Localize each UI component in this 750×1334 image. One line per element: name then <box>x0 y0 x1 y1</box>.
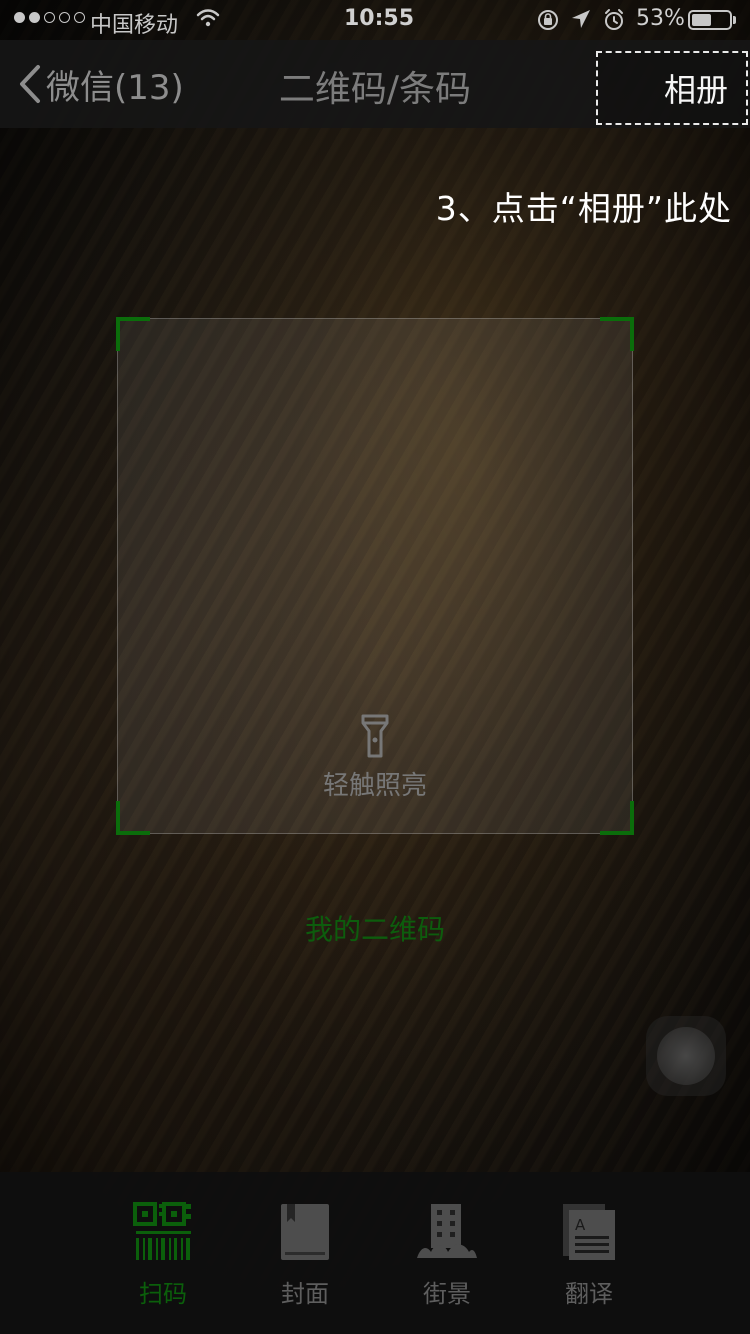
signal-dot <box>44 12 55 23</box>
scan-corner-bottom-right <box>600 801 634 835</box>
tab-bar: 扫码 封面 街景 A 翻译 <box>0 1172 750 1334</box>
alarm-icon <box>605 9 623 30</box>
wifi-icon <box>196 9 220 27</box>
status-time: 10:55 <box>344 6 415 31</box>
signal-dot <box>14 12 25 23</box>
street-view-icon <box>417 1204 477 1258</box>
battery-percent: 53% <box>636 6 685 31</box>
location-icon <box>572 10 590 28</box>
svg-text:A: A <box>575 1216 586 1234</box>
tab-label: 封面 <box>281 1280 329 1308</box>
translate-icon: A <box>563 1204 615 1260</box>
battery-level <box>692 14 711 26</box>
torch-label: 轻触照亮 <box>322 771 427 801</box>
status-bar: 中国移动 10:55 53% <box>0 0 750 40</box>
scan-corner-top-left <box>116 317 150 351</box>
instruction-text: 3、点击“相册”此处 <box>435 189 732 228</box>
tab-label: 街景 <box>423 1280 471 1308</box>
tab-label: 扫码 <box>139 1280 187 1308</box>
scan-corner-bottom-left <box>116 801 150 835</box>
tab-cover[interactable]: 封面 <box>249 1202 361 1312</box>
scan-frame: 轻触照亮 <box>116 317 634 835</box>
navigation-bar: 微信(13) 二维码/条码 相册 <box>0 40 750 128</box>
signal-dot <box>74 12 85 23</box>
orientation-lock-icon <box>538 10 558 30</box>
back-button-label: 微信(13) <box>46 67 184 108</box>
book-cover-icon <box>281 1204 329 1260</box>
album-button-label: 相册 <box>663 71 728 109</box>
carrier-name: 中国移动 <box>90 13 179 38</box>
tab-scan[interactable]: 扫码 <box>107 1202 219 1312</box>
assistive-touch-button[interactable] <box>646 1016 726 1096</box>
tab-street-view[interactable]: 街景 <box>391 1202 503 1312</box>
scan-screen: 中国移动 10:55 53% 微信(13) 二维码/条码 相册 3、点击“相册”… <box>0 0 750 1334</box>
tab-translate[interactable]: A 翻译 <box>533 1202 645 1312</box>
torch-toggle[interactable]: 轻触照亮 <box>118 713 632 802</box>
battery-icon <box>688 10 732 30</box>
qr-scan-icon <box>133 1202 191 1260</box>
chevron-left-icon <box>20 65 40 103</box>
album-button[interactable]: 相册 <box>596 51 748 125</box>
tab-label: 翻译 <box>565 1280 613 1308</box>
back-button[interactable]: 微信(13) <box>18 62 184 108</box>
battery-cap <box>733 16 736 24</box>
scan-corner-top-right <box>600 317 634 351</box>
signal-dot <box>59 12 70 23</box>
signal-strength <box>14 12 85 23</box>
flashlight-icon <box>361 714 389 758</box>
my-qr-code-link[interactable]: 我的二维码 <box>0 908 750 948</box>
signal-dot <box>29 12 40 23</box>
